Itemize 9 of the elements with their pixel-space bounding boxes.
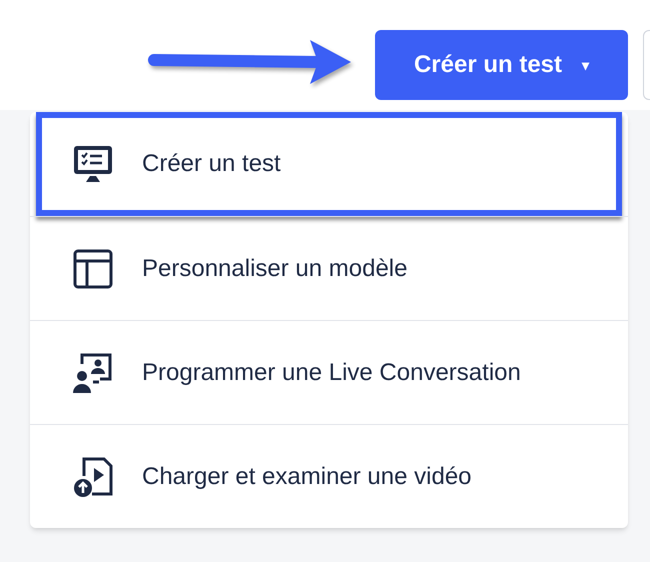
monitor-checklist-icon xyxy=(72,144,114,184)
menu-item[interactable]: Créer un test xyxy=(36,112,622,216)
presenter-icon xyxy=(72,352,114,394)
video-upload-icon xyxy=(72,456,114,498)
menu-item[interactable]: Personnaliser un modèle xyxy=(30,216,628,320)
menu-item[interactable]: Charger et examiner une vidéo xyxy=(30,424,628,528)
create-test-button[interactable]: Créer un test ▾ xyxy=(375,30,628,100)
layout-icon xyxy=(72,248,114,290)
menu-item[interactable]: Programmer une Live Conversation xyxy=(30,320,628,424)
